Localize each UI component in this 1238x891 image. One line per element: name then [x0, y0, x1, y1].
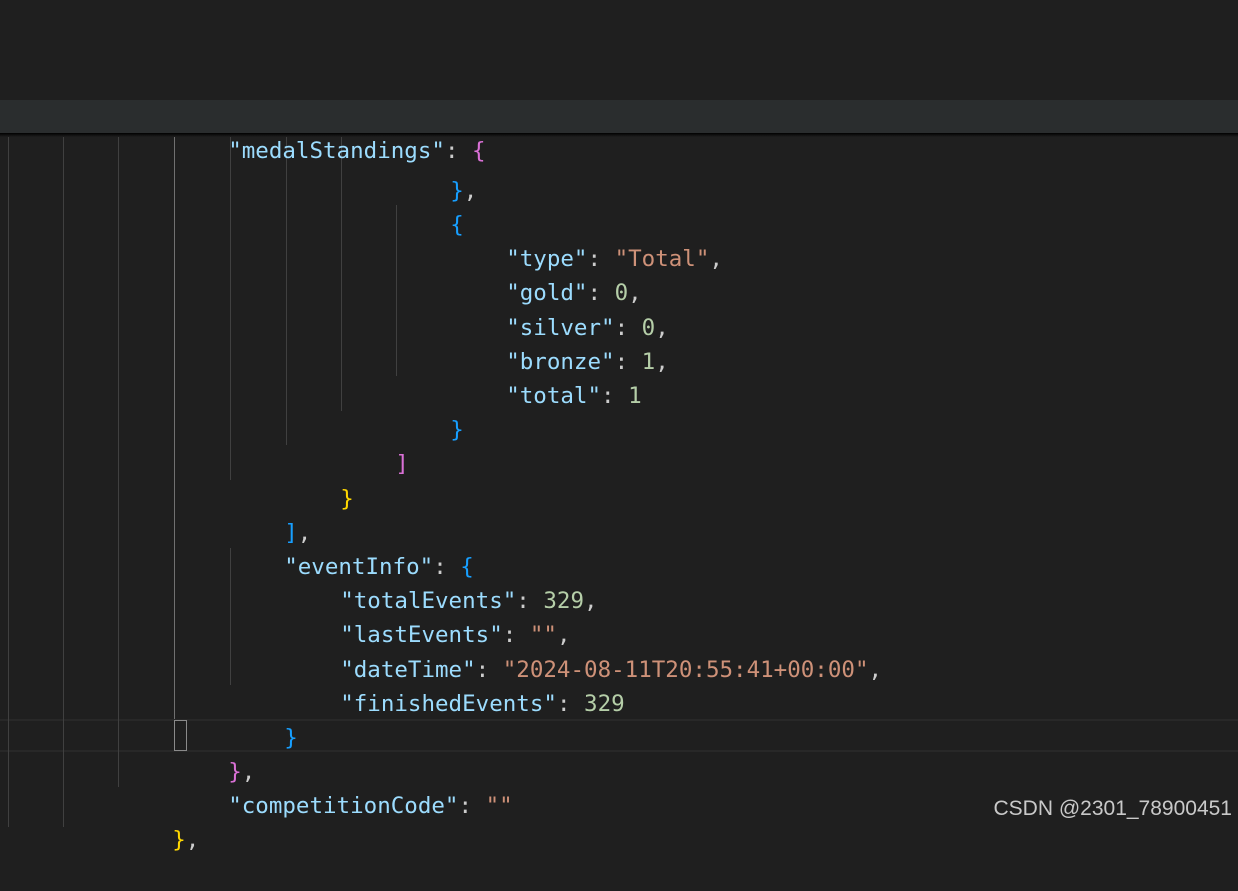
code-line[interactable]: "bronze": 1,: [452, 311, 1238, 375]
indent-guide: [118, 137, 119, 787]
code-line[interactable]: "dateTime": "2024-08-11T20:55:41+00:00",: [286, 619, 1238, 683]
indent-guide: [341, 137, 342, 411]
code-line[interactable]: }: [396, 379, 1238, 443]
code-line[interactable]: "finishedEvents": 329: [286, 653, 1238, 717]
json-comma: ,: [185, 827, 200, 853]
code-line[interactable]: "eventInfo": {: [230, 516, 1238, 580]
code-line[interactable]: }: [230, 687, 1238, 751]
json-close-brace: }: [172, 827, 186, 853]
code-line[interactable]: "total": 1: [452, 345, 1238, 409]
code-line[interactable]: "silver": 0,: [452, 277, 1238, 341]
indent-guide: [8, 137, 9, 827]
sticky-scroll-highlight: [0, 100, 1238, 133]
indent-guide: [230, 137, 231, 480]
code-line[interactable]: {: [396, 174, 1238, 238]
watermark: CSDN @2301_78900451: [993, 797, 1233, 820]
code-line[interactable]: "competitionCode": "": [174, 755, 1238, 819]
indent-guide: [286, 137, 287, 445]
code-line[interactable]: "gold": 0,: [452, 242, 1238, 306]
code-line[interactable]: },: [396, 140, 1238, 204]
code-editor[interactable]: "props": { "pageProps": { "initialMedals…: [0, 0, 1238, 853]
code-line-current[interactable]: },: [174, 721, 1238, 785]
code-line[interactable]: "type": "Total",: [452, 208, 1238, 272]
code-line[interactable]: "lastEvents": "",: [286, 584, 1238, 648]
code-line[interactable]: ],: [230, 482, 1238, 546]
code-line[interactable]: "totalEvents": 329,: [286, 550, 1238, 614]
indent-guide: [63, 137, 64, 827]
sticky-scroll-shadow: [0, 133, 1238, 137]
code-line[interactable]: ]: [341, 413, 1238, 477]
indent-guide-active: [174, 137, 175, 719]
code-line[interactable]: }: [286, 448, 1238, 512]
